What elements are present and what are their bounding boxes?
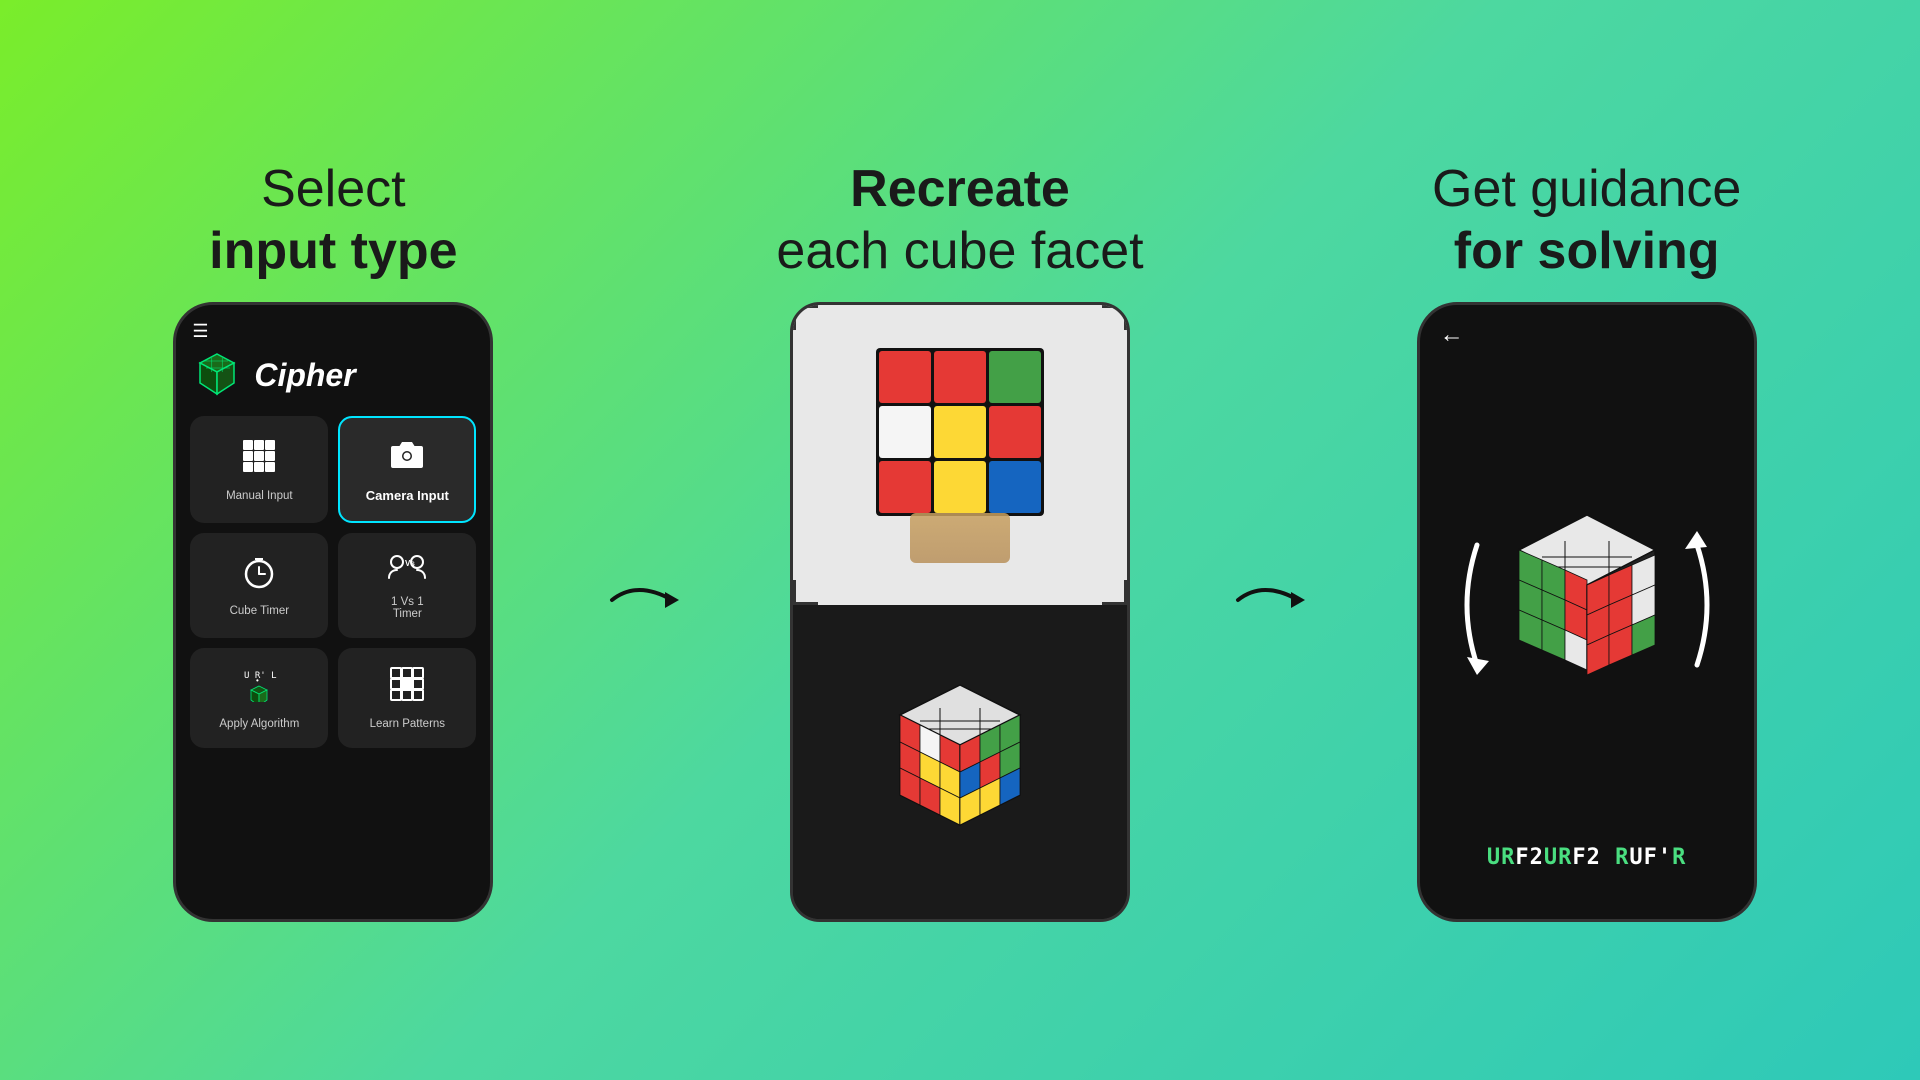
algo-green-3: U xyxy=(1544,845,1558,870)
menu-grid: Manual Input Camera Input xyxy=(176,416,490,748)
algorithm-icon: U R' L • xyxy=(241,666,277,710)
logo-area: Cipher xyxy=(176,350,490,416)
section-guidance: Get guidancefor solving ← xyxy=(1313,158,1860,923)
algo-white-5: U xyxy=(1629,845,1643,870)
section-1-title: Selectinput type xyxy=(209,158,457,283)
apply-algorithm-button[interactable]: U R' L • Apply Algorithm xyxy=(190,648,328,748)
section-recreate: Recreateeach cube facet xyxy=(687,158,1234,923)
camera-input-label: Camera Input xyxy=(366,488,449,503)
learn-patterns-button[interactable]: Learn Patterns xyxy=(338,648,476,748)
algo-white-1: F xyxy=(1515,845,1529,870)
camera-input-button[interactable]: Camera Input xyxy=(338,416,476,523)
algo-white-3: F xyxy=(1572,845,1586,870)
corner-tr xyxy=(1102,305,1127,330)
cube-timer-button[interactable]: Cube Timer xyxy=(190,533,328,638)
apply-algorithm-label: Apply Algorithm xyxy=(219,718,299,730)
algo-white-4: 2 xyxy=(1587,845,1601,870)
rotation-arrows-svg xyxy=(1447,465,1727,745)
camera-icon xyxy=(389,436,425,480)
versus-icon: Vs xyxy=(387,551,427,588)
algo-green-2: R xyxy=(1501,845,1515,870)
timer-icon xyxy=(242,555,276,597)
algo-white-6: F' xyxy=(1644,845,1673,870)
section-3-title: Get guidancefor solving xyxy=(1432,158,1741,283)
algo-green-4: R xyxy=(1558,845,1572,870)
hand-image xyxy=(910,513,1010,563)
back-arrow[interactable]: ← xyxy=(1440,321,1464,349)
algo-white-2: 2 xyxy=(1530,845,1544,870)
learn-patterns-label: Learn Patterns xyxy=(370,718,445,730)
phone-middle xyxy=(790,302,1130,922)
right-phone-header: ← xyxy=(1420,305,1754,365)
cube-3d-section xyxy=(793,605,1127,922)
corner-bl xyxy=(793,580,818,605)
section-2-title: Recreateeach cube facet xyxy=(776,158,1143,283)
algo-green-6: R xyxy=(1672,845,1686,870)
phone-right: ← xyxy=(1417,302,1757,922)
algo-green-1: U xyxy=(1487,845,1501,870)
arrow-2 xyxy=(1233,570,1313,630)
algorithm-display: URF2URF2 RUF'R xyxy=(1420,845,1754,900)
phone-left: ☰ Ciph xyxy=(173,302,493,922)
solution-cube-area xyxy=(1420,365,1754,845)
corner-tl xyxy=(793,305,818,330)
app-name: Cipher xyxy=(254,357,355,394)
patterns-icon xyxy=(389,666,425,710)
section-select-input: Selectinput type ☰ xyxy=(60,158,607,923)
algo-green-5: R xyxy=(1601,845,1630,870)
svg-text:•: • xyxy=(256,676,259,685)
arrow-1 xyxy=(607,570,687,630)
camera-view xyxy=(793,305,1127,605)
grid-icon xyxy=(241,438,277,482)
phone-header: ☰ xyxy=(176,305,490,350)
arrow-2-svg xyxy=(1233,570,1313,630)
hamburger-icon[interactable]: ☰ xyxy=(192,321,208,342)
manual-input-button[interactable]: Manual Input xyxy=(190,416,328,523)
cube-3d-middle xyxy=(860,665,1060,865)
app-logo xyxy=(192,350,242,400)
svg-text:U R' L: U R' L xyxy=(244,671,277,681)
1vs1-timer-label: 1 Vs 1Timer xyxy=(391,596,424,620)
1vs1-timer-button[interactable]: Vs 1 Vs 1Timer xyxy=(338,533,476,638)
manual-input-label: Manual Input xyxy=(226,490,293,502)
cube-timer-label: Cube Timer xyxy=(230,605,289,617)
svg-text:Vs: Vs xyxy=(405,559,415,568)
arrow-1-svg xyxy=(607,570,687,630)
corner-br xyxy=(1102,580,1127,605)
